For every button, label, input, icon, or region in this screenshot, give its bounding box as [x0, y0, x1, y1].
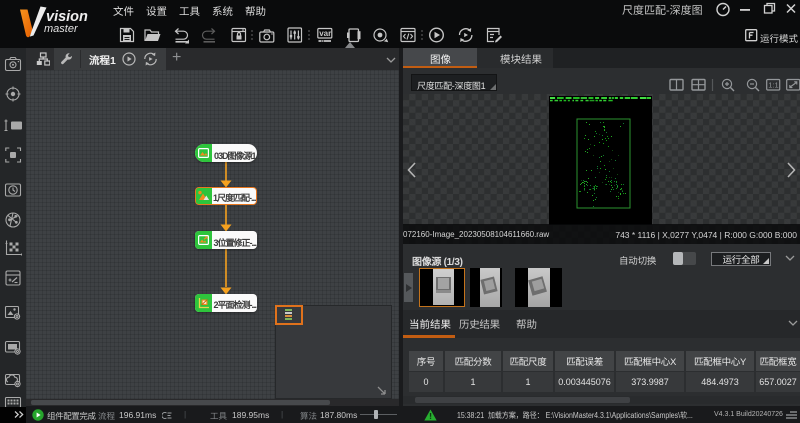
svg-text:var: var: [319, 29, 331, 38]
svg-text:master: master: [44, 23, 79, 35]
svg-text:1:1: 1:1: [768, 81, 778, 90]
